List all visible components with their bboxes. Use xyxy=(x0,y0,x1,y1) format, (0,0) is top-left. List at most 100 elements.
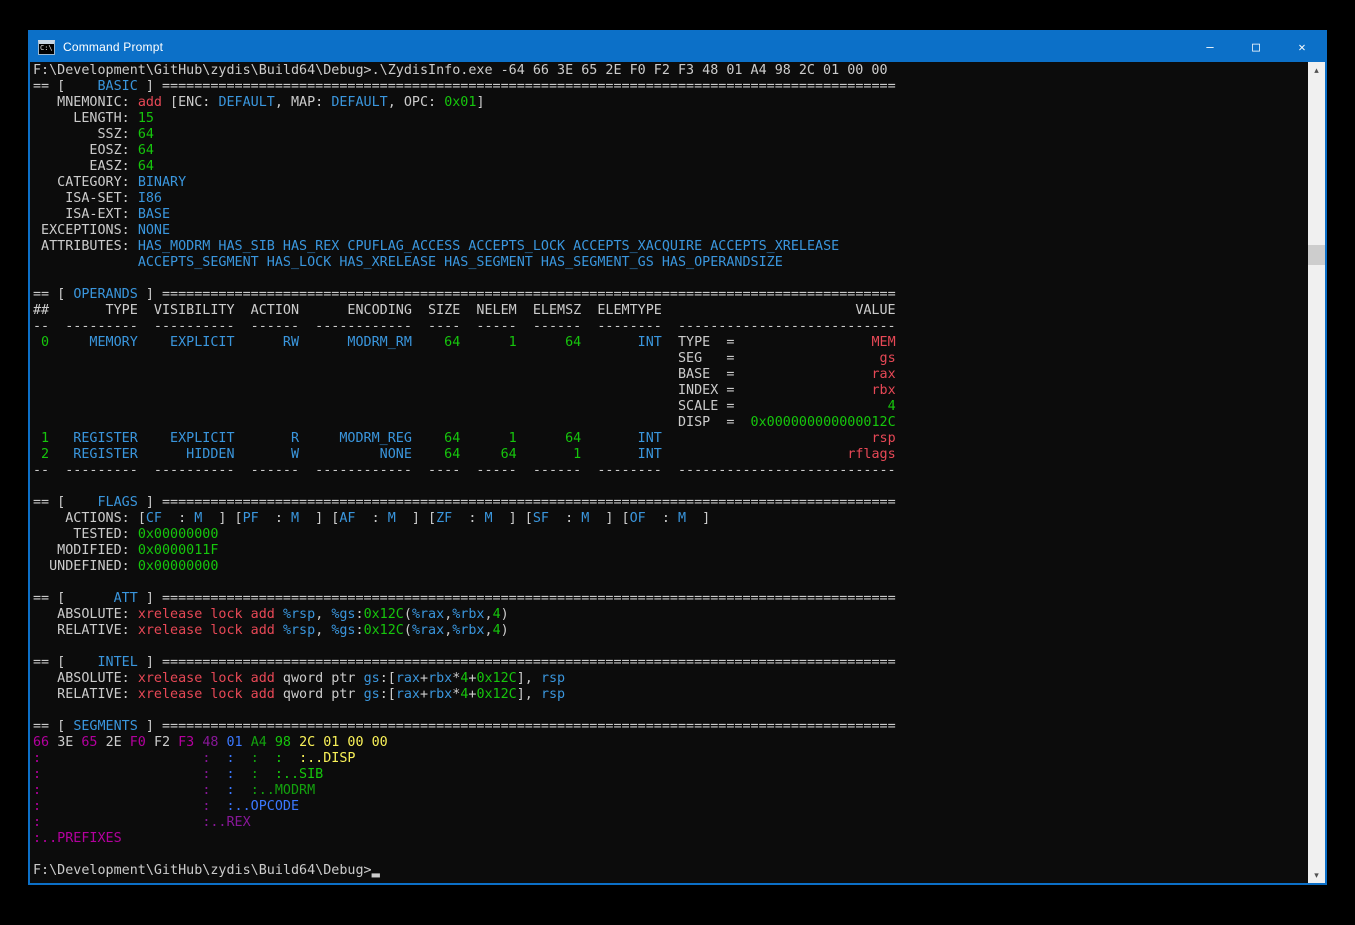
terminal-cursor: ▂ xyxy=(372,863,380,878)
terminal-line: SCALE = 4 xyxy=(33,399,1305,415)
terminal-text xyxy=(235,751,251,766)
terminal-text: 4 xyxy=(888,399,896,414)
terminal-text: : xyxy=(259,511,291,526)
terminal-text: 1 xyxy=(517,447,582,462)
terminal-text: EXPLICIT xyxy=(138,335,235,350)
terminal-text: : xyxy=(251,751,259,766)
terminal-text xyxy=(662,303,855,318)
maximize-button[interactable]: □ xyxy=(1233,32,1279,62)
terminal-text: BINARY xyxy=(138,175,186,190)
terminal-text: W xyxy=(235,447,300,462)
terminal-line: -- --------- ---------- ------ ---------… xyxy=(33,319,1305,335)
scrollbar-down-icon[interactable]: ▾ xyxy=(1308,867,1325,883)
terminal-text: [ xyxy=(138,511,146,526)
terminal-text xyxy=(41,815,202,830)
terminal-text: ABSOLUTE: xyxy=(33,607,138,622)
terminal-text xyxy=(49,735,57,750)
terminal-text: A4 xyxy=(251,735,267,750)
window-title: Command Prompt xyxy=(63,40,163,54)
terminal-text xyxy=(275,623,283,638)
terminal-text: OF xyxy=(630,511,646,526)
terminal-text: 0x000000000000012C xyxy=(751,415,896,430)
terminal-text: : xyxy=(356,607,364,622)
terminal-line: :..PREFIXES xyxy=(33,831,1305,847)
terminal-text xyxy=(210,783,226,798)
terminal-text: == [ xyxy=(33,79,98,94)
terminal-line: INDEX = rbx xyxy=(33,383,1305,399)
terminal-text: DISP = xyxy=(678,415,734,430)
terminal-text: MEMORY xyxy=(49,335,138,350)
terminal-text: == [ xyxy=(33,655,98,670)
terminal-text: REGISTER xyxy=(49,447,138,462)
terminal-text: INT xyxy=(581,447,662,462)
terminal-text xyxy=(122,735,130,750)
terminal-text: EXPLICIT xyxy=(138,431,235,446)
terminal-text: ATT xyxy=(114,591,138,606)
terminal-text: gs xyxy=(364,671,380,686)
terminal-text: xrelease lock add xyxy=(138,623,275,638)
terminal-text xyxy=(734,351,879,366)
terminal-text: EXCEPTIONS: xyxy=(33,223,138,238)
minimize-button[interactable]: — xyxy=(1187,32,1233,62)
terminal-line: UNDEFINED: 0x00000000 xyxy=(33,559,1305,575)
terminal-text: ] [ xyxy=(202,511,242,526)
terminal-text xyxy=(734,399,887,414)
scrollbar[interactable]: ▴ ▾ xyxy=(1308,62,1325,883)
terminal-line xyxy=(33,479,1305,495)
terminal-text: OPERANDS xyxy=(73,287,138,302)
terminal-text: M xyxy=(291,511,299,526)
terminal-text xyxy=(662,447,847,462)
terminal-line xyxy=(33,847,1305,863)
terminal-text: -- --------- ---------- ------ ---------… xyxy=(33,463,678,478)
terminal-line: == [ OPERANDS ] ========================… xyxy=(33,287,1305,303)
terminal-line: : : : :..MODRM xyxy=(33,783,1305,799)
terminal-text: , OPC: xyxy=(388,95,444,110)
terminal-text: %rbx xyxy=(452,607,484,622)
terminal-text: ## TYPE VISIBILITY ACTION ENCODING SIZE … xyxy=(33,303,662,318)
terminal-text: SSZ: xyxy=(33,127,138,142)
terminal-text: INDEX = xyxy=(678,383,734,398)
close-button[interactable]: ✕ xyxy=(1279,32,1325,62)
terminal-line: : : :..OPCODE xyxy=(33,799,1305,815)
terminal-text: 98 xyxy=(275,735,291,750)
terminal-text: qword ptr xyxy=(275,687,364,702)
terminal-text: rax xyxy=(396,671,420,686)
terminal-text: --------------------------- xyxy=(678,319,896,334)
terminal-text: 64 xyxy=(138,159,154,174)
terminal-text: ISA-EXT: xyxy=(33,207,138,222)
terminal-text: :[ xyxy=(380,687,396,702)
terminal-text: rflags xyxy=(847,447,895,462)
terminal-text: 0x12C xyxy=(476,687,516,702)
terminal-text: add xyxy=(138,95,162,110)
terminal-text: == [ xyxy=(33,495,98,510)
terminal-line: EOSZ: 64 xyxy=(33,143,1305,159)
terminal-text: --------------------------- xyxy=(678,463,896,478)
title-bar[interactable]: C:\ Command Prompt — □ ✕ xyxy=(30,32,1325,62)
terminal-text: : xyxy=(227,783,235,798)
terminal-text: 2C 01 00 00 xyxy=(299,735,388,750)
terminal-text: INTEL xyxy=(98,655,138,670)
terminal-output[interactable]: F:\Development\GitHub\zydis\Build64\Debu… xyxy=(33,63,1305,883)
terminal-text: ], xyxy=(517,671,541,686)
scrollbar-thumb[interactable] xyxy=(1308,245,1325,265)
terminal-text: 48 xyxy=(202,735,218,750)
terminal-text xyxy=(734,415,750,430)
terminal-text: 0x00000000 xyxy=(138,527,219,542)
terminal-text xyxy=(235,767,251,782)
terminal-text: 64 xyxy=(460,447,516,462)
terminal-line: 66 3E 65 2E F0 F2 F3 48 01 A4 98 2C 01 0… xyxy=(33,735,1305,751)
terminal-line xyxy=(33,639,1305,655)
terminal-line: : : : : :..SIB xyxy=(33,767,1305,783)
scrollbar-up-icon[interactable]: ▴ xyxy=(1308,62,1325,78)
terminal-text: TYPE = xyxy=(662,335,735,350)
terminal-text xyxy=(275,607,283,622)
terminal-text: :[ xyxy=(380,671,396,686)
terminal-text xyxy=(259,751,275,766)
terminal-text xyxy=(210,751,226,766)
terminal-text: ACTIONS: xyxy=(33,511,138,526)
terminal-text: 1 xyxy=(460,335,516,350)
terminal-line: RELATIVE: xrelease lock add qword ptr gs… xyxy=(33,687,1305,703)
terminal-text: 1 xyxy=(460,431,516,446)
terminal-text: :..SIB xyxy=(275,767,323,782)
terminal-text: xrelease lock add xyxy=(138,607,275,622)
